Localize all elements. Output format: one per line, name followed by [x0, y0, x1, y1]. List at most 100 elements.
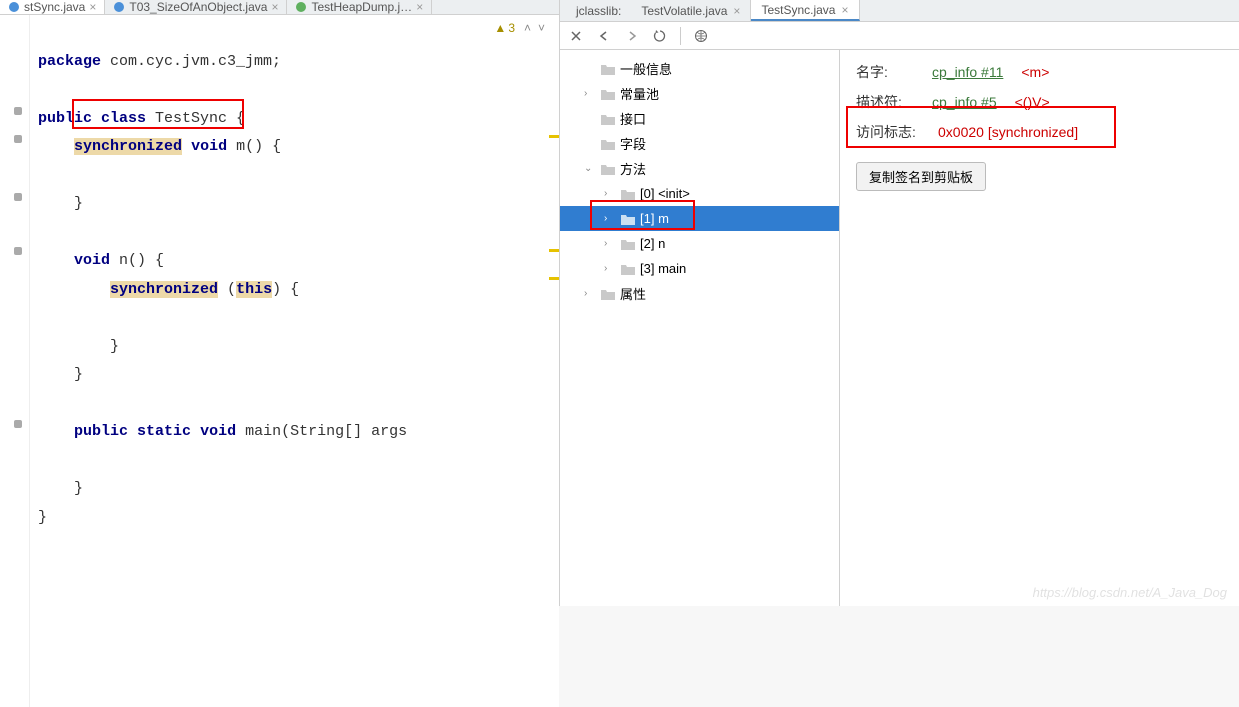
gutter-fold-icon[interactable] — [14, 135, 22, 143]
close-icon[interactable]: × — [416, 0, 423, 14]
editor-tabs: stSync.java × T03_SizeOfAnObject.java × … — [0, 0, 559, 15]
separator — [680, 27, 681, 45]
tree-label: [1] m — [640, 211, 669, 226]
close-icon[interactable]: × — [271, 0, 278, 14]
code-area[interactable]: package com.cyc.jvm.c3_jmm; public class… — [0, 15, 559, 707]
tree-item-methods[interactable]: ⌄ 方法 — [560, 156, 839, 181]
kw-void: void — [200, 423, 236, 440]
tab-label: T03_SizeOfAnObject.java — [129, 0, 267, 14]
detail-value: 0x0020 [synchronized] — [938, 124, 1078, 140]
kw-this: this — [236, 281, 272, 298]
folder-icon — [600, 87, 616, 101]
tree-item-constpool[interactable]: › 常量池 — [560, 81, 839, 106]
warning-tick[interactable] — [549, 249, 559, 252]
kw-package: package — [38, 53, 101, 70]
kw-void: void — [191, 138, 227, 155]
tree-item-fields[interactable]: 字段 — [560, 131, 839, 156]
tree-label: 一般信息 — [620, 59, 672, 78]
close-icon[interactable]: × — [89, 0, 96, 14]
globe-icon[interactable] — [693, 28, 709, 44]
method-details: 名字: cp_info #11 <m> 描述符: cp_info #5 <()V… — [840, 50, 1239, 606]
folder-icon — [600, 287, 616, 301]
gutter-fold-icon[interactable] — [14, 193, 22, 201]
brace: } — [74, 366, 83, 383]
tree-label: 常量池 — [620, 84, 659, 103]
folder-icon — [600, 62, 616, 76]
warning-tick[interactable] — [549, 277, 559, 280]
jclasslib-toolbar — [560, 22, 1239, 50]
tree-item-method-n[interactable]: › [2] n — [560, 231, 839, 256]
collapse-icon[interactable]: ⌄ — [584, 163, 596, 174]
warning-tick[interactable] — [549, 135, 559, 138]
jclasslib-pane: jclasslib: TestVolatile.java × TestSync.… — [560, 0, 1239, 606]
code-text[interactable]: package com.cyc.jvm.c3_jmm; public class… — [30, 15, 559, 707]
detail-value: <()V> — [1015, 94, 1050, 110]
expand-icon[interactable]: › — [584, 288, 596, 299]
gutter-fold-icon[interactable] — [14, 247, 22, 255]
tab-file-1[interactable]: T03_SizeOfAnObject.java × — [105, 0, 287, 14]
tree-label: [0] <init> — [640, 186, 690, 201]
tree-label: 字段 — [620, 134, 646, 153]
close-icon[interactable]: × — [841, 3, 848, 17]
expand-icon[interactable]: › — [584, 88, 596, 99]
tree-item-attributes[interactable]: › 属性 — [560, 281, 839, 306]
detail-row-name: 名字: cp_info #11 <m> — [856, 62, 1223, 82]
kw-synchronized: synchronized — [74, 138, 182, 155]
tree-item-method-m[interactable]: › [1] m — [560, 206, 839, 231]
nav-up-icon[interactable]: ˄ — [524, 21, 531, 35]
kw-public: public — [38, 110, 92, 127]
folder-icon — [620, 237, 636, 251]
class-name: TestSync { — [146, 110, 245, 127]
nav-down-icon[interactable]: ˅ — [538, 21, 545, 35]
folder-icon — [620, 187, 636, 201]
tab-label: stSync.java — [24, 0, 85, 14]
detail-label: 描述符: — [856, 92, 920, 112]
gutter-fold-icon[interactable] — [14, 107, 22, 115]
tree-item-interfaces[interactable]: 接口 — [560, 106, 839, 131]
detail-row-descriptor: 描述符: cp_info #5 <()V> — [856, 92, 1223, 112]
jclasslib-tab-1[interactable]: TestSync.java × — [751, 0, 859, 21]
detail-label: 名字: — [856, 62, 920, 82]
tab-file-2[interactable]: TestHeapDump.j… × — [287, 0, 432, 14]
tree-label: [3] main — [640, 261, 686, 276]
close-icon[interactable]: × — [733, 4, 740, 18]
tab-file-0[interactable]: stSync.java × — [0, 0, 105, 14]
expand-icon[interactable]: › — [604, 213, 616, 224]
watermark: https://blog.csdn.net/A_Java_Dog — [1033, 585, 1227, 600]
tree-item-method-init[interactable]: › [0] <init> — [560, 181, 839, 206]
copy-signature-button[interactable]: 复制签名到剪贴板 — [856, 162, 986, 191]
kw-class: class — [101, 110, 146, 127]
java-icon — [8, 1, 20, 13]
inspection-badge[interactable]: ▲ 3 — [494, 21, 515, 35]
cp-link[interactable]: cp_info #5 — [932, 94, 997, 110]
forward-icon[interactable] — [624, 28, 640, 44]
expand-icon[interactable]: › — [604, 263, 616, 274]
refresh-icon[interactable] — [652, 28, 668, 44]
gutter — [0, 15, 30, 707]
detail-value: <m> — [1021, 64, 1049, 80]
class-tree[interactable]: 一般信息 › 常量池 接口 字段 ⌄ — [560, 50, 840, 606]
kw-void: void — [74, 252, 110, 269]
tree-item-general[interactable]: 一般信息 — [560, 56, 839, 81]
expand-icon[interactable]: › — [604, 188, 616, 199]
java-icon — [113, 1, 125, 13]
folder-icon — [620, 212, 636, 226]
jclasslib-tab-0[interactable]: TestVolatile.java × — [631, 0, 751, 21]
cp-link[interactable]: cp_info #11 — [932, 64, 1003, 80]
expand-icon[interactable]: › — [604, 238, 616, 249]
method-main-sig: main(String[] args — [236, 423, 407, 440]
class-icon — [295, 1, 307, 13]
gutter-fold-icon[interactable] — [14, 420, 22, 428]
close-icon[interactable] — [568, 28, 584, 44]
tree-label: [2] n — [640, 236, 665, 251]
warning-count: 3 — [508, 21, 515, 35]
brace: } — [74, 480, 83, 497]
tree-label: 方法 — [620, 159, 646, 178]
back-icon[interactable] — [596, 28, 612, 44]
brace: } — [110, 338, 119, 355]
editor-pane: stSync.java × T03_SizeOfAnObject.java × … — [0, 0, 560, 606]
tab-label: TestSync.java — [761, 3, 835, 17]
panel-label: jclasslib: — [566, 4, 631, 18]
tree-item-method-main[interactable]: › [3] main — [560, 256, 839, 281]
brace: } — [38, 509, 47, 526]
